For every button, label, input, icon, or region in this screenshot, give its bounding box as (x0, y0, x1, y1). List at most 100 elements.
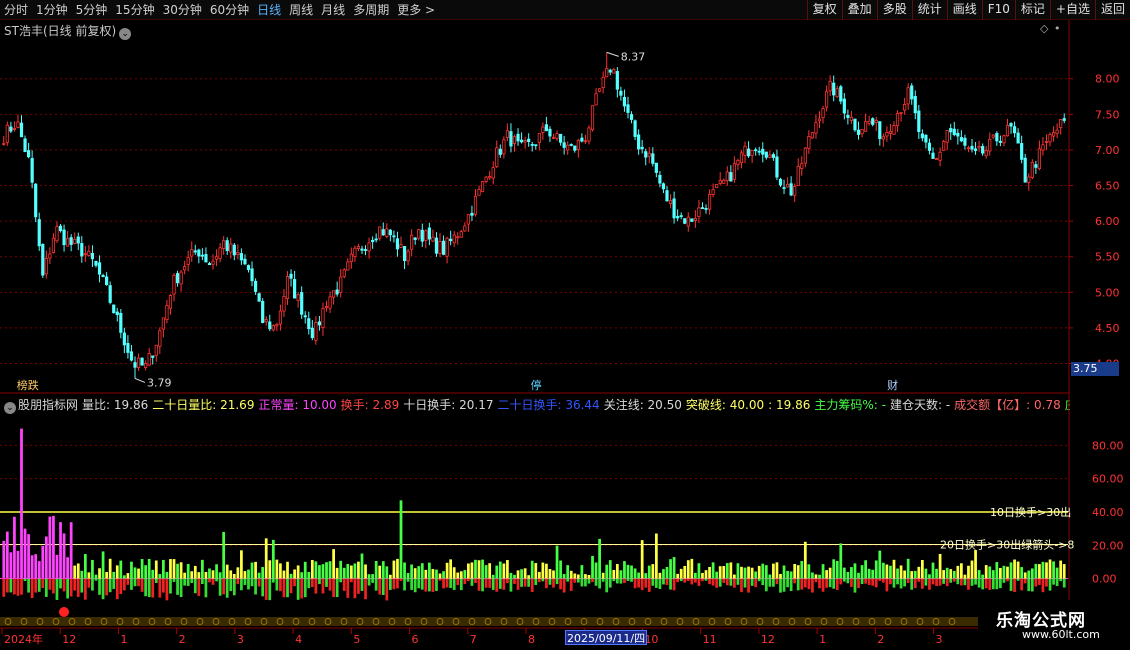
candle-body (612, 69, 616, 74)
candle-body (417, 229, 421, 239)
candle-body (477, 189, 481, 196)
date-label: 7 (470, 633, 477, 646)
high-label: 8.37 (621, 50, 646, 63)
candle-body (739, 152, 744, 164)
candle-body (725, 171, 729, 181)
candle-body (768, 154, 772, 158)
candle-body (445, 237, 449, 257)
candle-body (399, 244, 403, 248)
candle-body (803, 147, 807, 164)
candle-body (392, 235, 396, 238)
date-label: 2 (877, 633, 884, 646)
candle-body (668, 200, 673, 204)
candle-body (903, 104, 907, 111)
candle-body (704, 208, 708, 210)
candle-body (729, 172, 733, 182)
candle-body (651, 153, 655, 164)
candle-body (253, 280, 258, 292)
candle-body (555, 133, 559, 139)
candle-body (764, 151, 768, 158)
candle-body (303, 315, 307, 318)
candle-body (278, 310, 283, 325)
candle-body (19, 122, 24, 138)
candle-body (562, 142, 566, 148)
candle-body (693, 218, 697, 221)
candle-body (512, 136, 517, 144)
candle-body (449, 238, 453, 242)
candle-body (654, 162, 658, 173)
candle-body (619, 90, 623, 96)
candle-body (438, 241, 442, 254)
chart-canvas[interactable]: 4.004.505.005.506.006.507.007.508.000.00… (0, 0, 1130, 650)
candle-body (374, 238, 378, 241)
candle-body (995, 133, 999, 142)
candle-body (598, 88, 602, 92)
candle-body (573, 145, 577, 151)
candle-body (534, 144, 538, 147)
candle-body (410, 234, 414, 250)
candle-body (878, 121, 882, 140)
candle-body (1009, 123, 1013, 127)
candle-body (197, 249, 201, 257)
candle-body (707, 194, 712, 210)
candle-body (920, 133, 924, 139)
candle-body (2, 143, 6, 145)
candle-body (637, 134, 641, 150)
candle-body (523, 140, 527, 143)
candle-body (569, 144, 573, 146)
candle-body (910, 85, 914, 100)
candle-body (73, 238, 77, 244)
candle-body (785, 183, 790, 188)
price-tick-label: 5.00 (1095, 286, 1120, 299)
candle-body (108, 285, 112, 303)
candle-body (346, 261, 350, 271)
candle-body (580, 137, 584, 142)
candle-body (363, 249, 368, 251)
candle-body (236, 252, 240, 256)
candle-body (722, 179, 726, 184)
candle-body (239, 253, 243, 261)
candle-body (583, 140, 588, 143)
candle-body (913, 96, 917, 114)
candle-body (115, 311, 119, 316)
candle-body (190, 249, 194, 257)
candle-body (207, 263, 212, 266)
candle-body (424, 230, 428, 241)
candle-body (700, 207, 705, 209)
candle-body (491, 167, 495, 179)
low-pointer (134, 378, 146, 383)
candle-body (268, 321, 272, 330)
candle-body (5, 124, 9, 143)
date-label: 8 (528, 633, 535, 646)
candle-body (644, 151, 648, 158)
candle-body (105, 276, 109, 285)
date-label: 6 (412, 633, 419, 646)
candle-body (839, 86, 843, 102)
candle-body (966, 147, 971, 150)
candle-body (622, 96, 627, 107)
candle-body (250, 268, 254, 282)
candle-body (1005, 124, 1010, 137)
price-tick-label: 8.00 (1095, 73, 1120, 86)
candle-body (55, 226, 59, 242)
candle-body (1051, 132, 1056, 137)
candle-body (686, 216, 690, 227)
candle-body (97, 262, 102, 275)
candle-body (23, 138, 27, 153)
watermark-url: www.60lt.com (1022, 628, 1100, 641)
candle-body (881, 136, 885, 140)
candle-body (495, 147, 499, 167)
candle-body (775, 156, 779, 178)
candle-body (470, 212, 474, 216)
candle-body (505, 130, 510, 139)
candle-body (214, 256, 219, 260)
candle-body (360, 248, 364, 251)
candle-body (126, 342, 130, 353)
date-label: 11 (703, 633, 717, 646)
candle-body (16, 121, 20, 128)
candle-body (218, 247, 222, 259)
candle-body (388, 229, 392, 236)
candle-body (835, 88, 839, 98)
candle-body (165, 305, 169, 320)
watermark-logo: 乐淘公式网 www.60lt.com (978, 600, 1130, 650)
